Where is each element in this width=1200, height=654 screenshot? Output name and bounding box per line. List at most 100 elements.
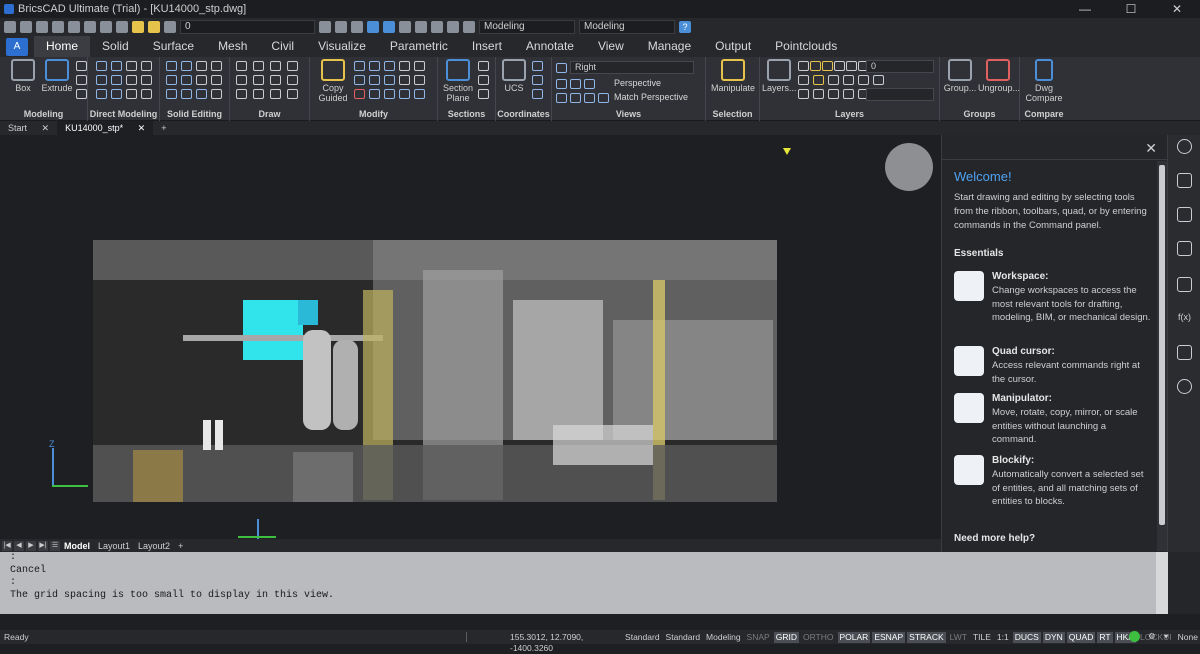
named-views-icon[interactable] xyxy=(556,79,567,89)
view-icon[interactable] xyxy=(367,21,379,33)
line-icon[interactable] xyxy=(253,61,264,71)
copy-guided-button[interactable]: Copy Guided xyxy=(314,59,352,103)
section-icon[interactable] xyxy=(478,61,489,71)
donut-icon[interactable] xyxy=(287,89,298,99)
layer-off-icon[interactable] xyxy=(828,75,839,85)
open-file-icon[interactable] xyxy=(20,21,32,33)
polyline-icon[interactable] xyxy=(236,61,247,71)
check-icon[interactable] xyxy=(211,75,222,85)
ellipse-icon[interactable] xyxy=(270,75,281,85)
slice-icon[interactable] xyxy=(211,61,222,71)
library-icon[interactable] xyxy=(447,21,459,33)
status-toggle-none[interactable]: None xyxy=(1176,632,1200,643)
settings-icon[interactable]: ⚙ xyxy=(1148,631,1156,642)
offset-face-icon[interactable] xyxy=(96,75,107,85)
save-icon[interactable] xyxy=(36,21,48,33)
dwg-compare-button[interactable]: Dwg Compare xyxy=(1022,59,1066,103)
visual-style-icon[interactable] xyxy=(383,21,395,33)
box-button[interactable]: Box xyxy=(6,59,40,93)
cone-icon[interactable] xyxy=(76,89,87,99)
navigation-cube[interactable] xyxy=(885,143,933,191)
layer-print-icon[interactable] xyxy=(846,61,857,71)
perspective-checkbox-icon[interactable] xyxy=(584,79,595,89)
layout-tab-layout2[interactable]: Layout2 xyxy=(134,541,174,551)
workspace-select-2[interactable]: Modeling xyxy=(579,20,675,34)
status-ok-icon[interactable] xyxy=(1129,631,1140,642)
tab-mesh[interactable]: Mesh xyxy=(206,36,259,57)
point-icon[interactable] xyxy=(287,75,298,85)
status-toggle-lwt[interactable]: LWT xyxy=(948,632,969,643)
status-toggle-strack[interactable]: STRACK xyxy=(907,631,946,643)
close-window-button[interactable]: ✕ xyxy=(1154,0,1200,18)
ucs-button[interactable]: UCS xyxy=(500,59,528,93)
arc-icon[interactable] xyxy=(236,75,247,85)
view-camera-icon[interactable] xyxy=(570,79,581,89)
cloud-icon[interactable] xyxy=(1177,379,1192,394)
heal-icon[interactable] xyxy=(196,89,207,99)
tab-solid[interactable]: Solid xyxy=(90,36,141,57)
view-restore-icon[interactable] xyxy=(556,93,567,103)
add-layout-icon[interactable]: + xyxy=(174,541,187,551)
tab-insert[interactable]: Insert xyxy=(460,36,514,57)
union-icon[interactable] xyxy=(166,61,177,71)
status-toggle-standard[interactable]: Standard xyxy=(623,632,662,643)
ungroup-button[interactable]: Ungroup... xyxy=(978,59,1020,93)
print-icon[interactable] xyxy=(68,21,80,33)
drawing-viewport[interactable]: Z xyxy=(0,135,941,539)
layer-match-icon[interactable] xyxy=(843,75,854,85)
layer-on-icon[interactable] xyxy=(132,21,144,33)
tab-view[interactable]: View xyxy=(586,36,636,57)
thicken-icon[interactable] xyxy=(181,75,192,85)
section-settings-icon[interactable] xyxy=(478,75,489,85)
view-eye-icon[interactable] xyxy=(556,63,567,73)
stretch-icon[interactable] xyxy=(384,75,395,85)
explode-icon[interactable] xyxy=(369,89,380,99)
extrude-face-icon[interactable] xyxy=(96,89,107,99)
explorer-icon[interactable] xyxy=(463,21,475,33)
tab-parametric[interactable]: Parametric xyxy=(378,36,460,57)
tab-output[interactable]: Output xyxy=(703,36,763,57)
layout-list-icon[interactable]: ☰ xyxy=(50,540,60,551)
structure-tree-icon[interactable] xyxy=(1177,345,1192,360)
layer-iso-icon[interactable] xyxy=(798,75,809,85)
prev-layout-icon[interactable]: ◀ xyxy=(14,540,24,551)
copy-icon[interactable] xyxy=(369,61,380,71)
next-layout-icon[interactable]: ▶ xyxy=(26,540,36,551)
rotate-icon[interactable] xyxy=(354,75,365,85)
ucs-view-icon[interactable] xyxy=(532,89,543,99)
layer-filter-icon[interactable] xyxy=(843,89,854,99)
break-icon[interactable] xyxy=(399,89,410,99)
close-icon[interactable]: ✕ xyxy=(138,123,146,133)
match-properties-icon[interactable] xyxy=(319,21,331,33)
imprint-icon[interactable] xyxy=(111,89,122,99)
offset-icon[interactable] xyxy=(399,75,410,85)
layout-tab-layout1[interactable]: Layout1 xyxy=(94,541,134,551)
rectangle-icon[interactable] xyxy=(253,89,264,99)
sphere-icon[interactable] xyxy=(76,75,87,85)
status-toggle-tile[interactable]: TILE xyxy=(971,632,993,643)
status-toggle-esnap[interactable]: ESNAP xyxy=(872,631,906,643)
hatch-icon[interactable] xyxy=(1177,277,1192,292)
intersect-icon[interactable] xyxy=(196,61,207,71)
array-icon[interactable] xyxy=(414,75,425,85)
fillet-icon[interactable] xyxy=(126,75,137,85)
ray-icon[interactable] xyxy=(253,75,264,85)
manipulate-button[interactable]: Manipulate xyxy=(708,59,758,93)
view-select[interactable]: Right xyxy=(570,61,694,74)
push-pull-icon[interactable] xyxy=(96,61,107,71)
match-perspective-toggle[interactable]: Match Perspective xyxy=(614,92,688,102)
delete-face-icon[interactable] xyxy=(111,75,122,85)
layer-lock-small-icon[interactable] xyxy=(834,61,845,71)
tab-annotate[interactable]: Annotate xyxy=(514,36,586,57)
tool-icon[interactable] xyxy=(415,21,427,33)
scale-icon[interactable] xyxy=(369,75,380,85)
tab-manage[interactable]: Manage xyxy=(636,36,703,57)
cylinder-icon[interactable] xyxy=(76,61,87,71)
move-face-icon[interactable] xyxy=(111,61,122,71)
snap-icon[interactable] xyxy=(335,21,347,33)
status-toggle-standard[interactable]: Standard xyxy=(664,632,703,643)
shell-icon[interactable] xyxy=(126,89,137,99)
render-icon[interactable] xyxy=(399,21,411,33)
match-perspective-checkbox-icon[interactable] xyxy=(598,93,609,103)
layer-thaw-icon[interactable] xyxy=(148,21,160,33)
